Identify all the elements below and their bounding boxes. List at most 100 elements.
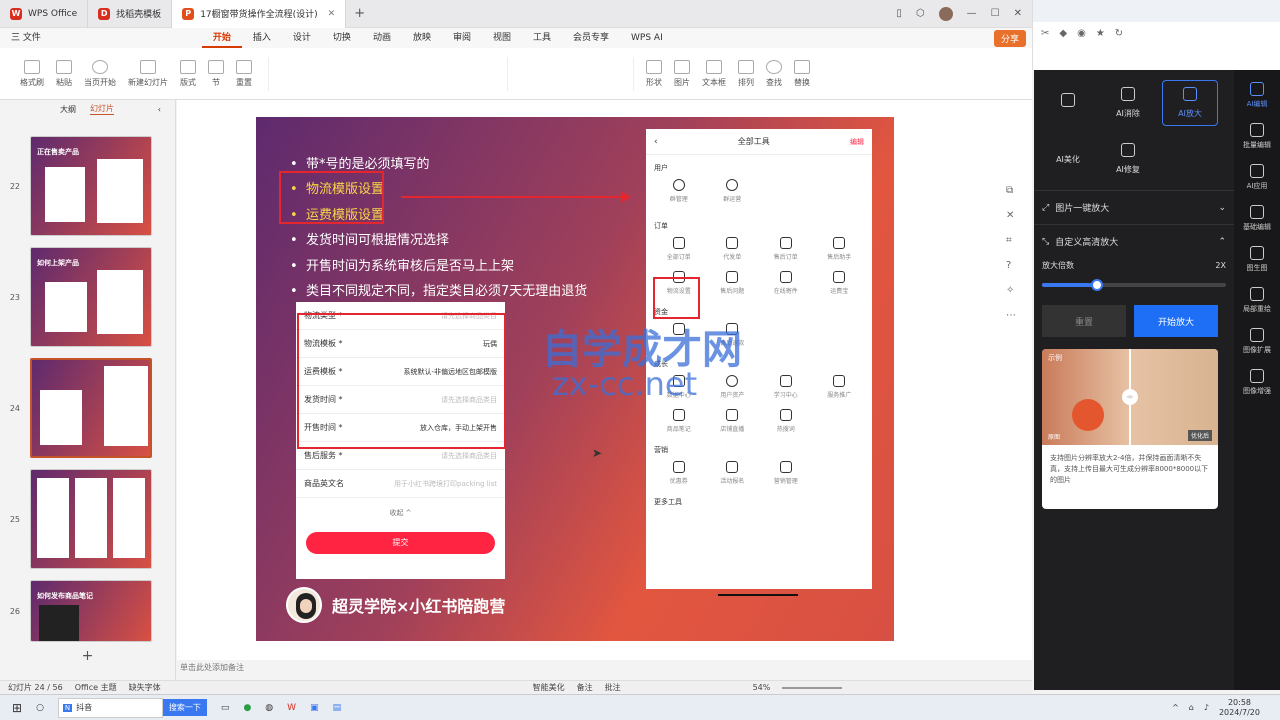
- extension-icon[interactable]: ★: [1096, 28, 1105, 39]
- search-button[interactable]: 搜索一下: [162, 699, 207, 716]
- more-icon[interactable]: ⋯: [1006, 310, 1016, 321]
- tray-up-icon[interactable]: ^: [1172, 703, 1179, 712]
- taskbar-search-input[interactable]: N 抖音: [57, 697, 163, 718]
- folder-icon[interactable]: ▭: [221, 703, 230, 713]
- minimize-icon[interactable]: —: [967, 8, 977, 19]
- slide-thumbnail[interactable]: 正在售卖产品: [30, 136, 152, 236]
- slide-thumbnail[interactable]: 如何发布商品笔记: [30, 580, 152, 642]
- tool-item[interactable]: 售后助手: [813, 237, 867, 261]
- ai-tool-beautify[interactable]: AI美化: [1042, 136, 1094, 182]
- slide-thumbnail[interactable]: 如何上架产品: [30, 247, 152, 347]
- nav-ai-apps[interactable]: AI应用: [1234, 164, 1280, 191]
- menu-review[interactable]: 审阅: [442, 28, 482, 48]
- collapse-link[interactable]: 收起 ^: [296, 508, 505, 518]
- tool-item[interactable]: 活动报名: [706, 461, 760, 485]
- menu-insert[interactable]: 插入: [242, 28, 282, 48]
- slide-canvas[interactable]: • 带*号的是必须填写的 • 物流模版设置 • 运费模版设置 • 发货时间可根据…: [256, 117, 894, 641]
- notepad-icon[interactable]: ▤: [333, 703, 342, 713]
- thumb-row[interactable]: 26 如何发布商品笔记: [0, 580, 175, 642]
- tool-item[interactable]: 店铺直播: [706, 409, 760, 433]
- textbox-button[interactable]: 文本框: [702, 59, 726, 88]
- network-icon[interactable]: ⌂: [1189, 703, 1194, 712]
- tools-icon[interactable]: ✕: [1006, 210, 1016, 221]
- close-window-icon[interactable]: ✕: [1014, 8, 1022, 19]
- tab-template[interactable]: D 找稻壳模板: [88, 0, 173, 28]
- format-painter-button[interactable]: 格式刷: [20, 59, 44, 88]
- tool-item[interactable]: 商品笔记: [652, 409, 706, 433]
- crop-icon[interactable]: ⌗: [1006, 235, 1016, 246]
- notes-placeholder[interactable]: 单击此处添加备注: [180, 662, 244, 673]
- thumb-row-selected[interactable]: 24: [0, 358, 175, 458]
- capture-icon[interactable]: ◍: [265, 703, 273, 713]
- copy-icon[interactable]: ⧉: [1006, 185, 1016, 196]
- ai-tool-crop[interactable]: [1042, 80, 1094, 126]
- paste-button[interactable]: 粘贴: [56, 59, 72, 88]
- avatar[interactable]: [938, 6, 953, 21]
- ai-tool-erase[interactable]: AI消除: [1102, 80, 1154, 126]
- tool-item[interactable]: 群运营: [706, 179, 760, 203]
- back-icon[interactable]: ‹: [654, 137, 658, 147]
- shape-button[interactable]: 形状: [646, 59, 662, 88]
- volume-icon[interactable]: ♪: [1204, 703, 1209, 712]
- scale-slider[interactable]: [1042, 279, 1226, 291]
- tool-item[interactable]: 用户资产: [706, 375, 760, 399]
- nav-enhance[interactable]: 图像增强: [1234, 369, 1280, 396]
- nav-outpaint[interactable]: 图像扩展: [1234, 328, 1280, 355]
- form-row[interactable]: 商品英文名 用于小红书跨境打印packing list: [296, 470, 505, 498]
- font-controls[interactable]: [268, 56, 508, 91]
- tool-item[interactable]: 代发单: [706, 237, 760, 261]
- tool-item[interactable]: 全部订单: [652, 237, 706, 261]
- windows-start-icon[interactable]: ⊞: [12, 701, 22, 715]
- tool-item[interactable]: 群管理: [652, 179, 706, 203]
- tool-item[interactable]: 服务推广: [813, 375, 867, 399]
- tool-item[interactable]: 售后订单: [759, 237, 813, 261]
- compare-handle-icon[interactable]: ◂▸: [1122, 389, 1138, 405]
- slide-thumbnail[interactable]: [30, 469, 152, 569]
- menu-animation[interactable]: 动画: [362, 28, 402, 48]
- ai-tool-upscale[interactable]: AI放大: [1162, 80, 1218, 126]
- tab-document[interactable]: P 17橱窗带货操作全流程(设计) ✕: [172, 0, 347, 28]
- share-button[interactable]: 分享: [993, 29, 1026, 47]
- maximize-icon[interactable]: ☐: [991, 8, 1000, 19]
- reset-button[interactable]: 重置: [236, 59, 252, 88]
- add-slide-button[interactable]: +: [0, 648, 175, 664]
- tab-slides[interactable]: 幻灯片: [90, 103, 114, 115]
- magic-icon[interactable]: ✧: [1006, 285, 1016, 296]
- extension-icon[interactable]: ◆: [1059, 28, 1067, 39]
- help-icon[interactable]: ?: [1006, 260, 1016, 271]
- menu-slideshow[interactable]: 放映: [402, 28, 442, 48]
- thumb-row[interactable]: 23 如何上架产品: [0, 247, 175, 347]
- menu-transition[interactable]: 切换: [322, 28, 362, 48]
- slider-handle[interactable]: [1091, 279, 1104, 291]
- wps-taskbar-icon[interactable]: W: [287, 703, 296, 713]
- section-button[interactable]: 节: [208, 59, 224, 88]
- replace-button[interactable]: 替换: [794, 59, 810, 88]
- tool-item[interactable]: 营销管理: [759, 461, 813, 485]
- notes-button[interactable]: 备注: [577, 682, 593, 693]
- menu-tools[interactable]: 工具: [522, 28, 562, 48]
- reset-button[interactable]: 重置: [1042, 305, 1126, 337]
- tool-item[interactable]: 优惠券: [652, 461, 706, 485]
- section-header[interactable]: ⤡ 自定义高清放大 ⌃: [1034, 224, 1234, 258]
- arrange-button[interactable]: 排列: [738, 59, 754, 88]
- nav-ai-edit[interactable]: AI编辑: [1234, 82, 1280, 109]
- tool-item[interactable]: 售后问题: [706, 271, 760, 295]
- layout-icon[interactable]: ▯: [896, 8, 902, 19]
- thumb-row[interactable]: 22 正在售卖产品: [0, 136, 175, 236]
- cube-icon[interactable]: ⬡: [916, 8, 925, 19]
- app-icon[interactable]: ▣: [310, 703, 319, 713]
- nav-basic-edit[interactable]: 基础编辑: [1234, 205, 1280, 232]
- menu-wps-ai[interactable]: WPS AI: [620, 28, 674, 48]
- thumb-row[interactable]: 25: [0, 469, 175, 569]
- menu-home[interactable]: 开始: [201, 28, 242, 48]
- extension-icon[interactable]: ✂: [1041, 28, 1049, 39]
- nav-img2img[interactable]: 图生图: [1234, 246, 1280, 273]
- layout-button[interactable]: 版式: [180, 59, 196, 88]
- tool-item[interactable]: 运费宝: [813, 271, 867, 295]
- menu-file[interactable]: 三 文件: [0, 28, 52, 48]
- beautify-button[interactable]: 智能美化: [533, 682, 565, 693]
- edit-link[interactable]: 编辑: [850, 137, 864, 147]
- nav-batch-edit[interactable]: 批量编辑: [1234, 123, 1280, 150]
- clock[interactable]: 20:58 2024/7/20: [1219, 698, 1260, 718]
- refresh-icon[interactable]: ↻: [1115, 28, 1123, 39]
